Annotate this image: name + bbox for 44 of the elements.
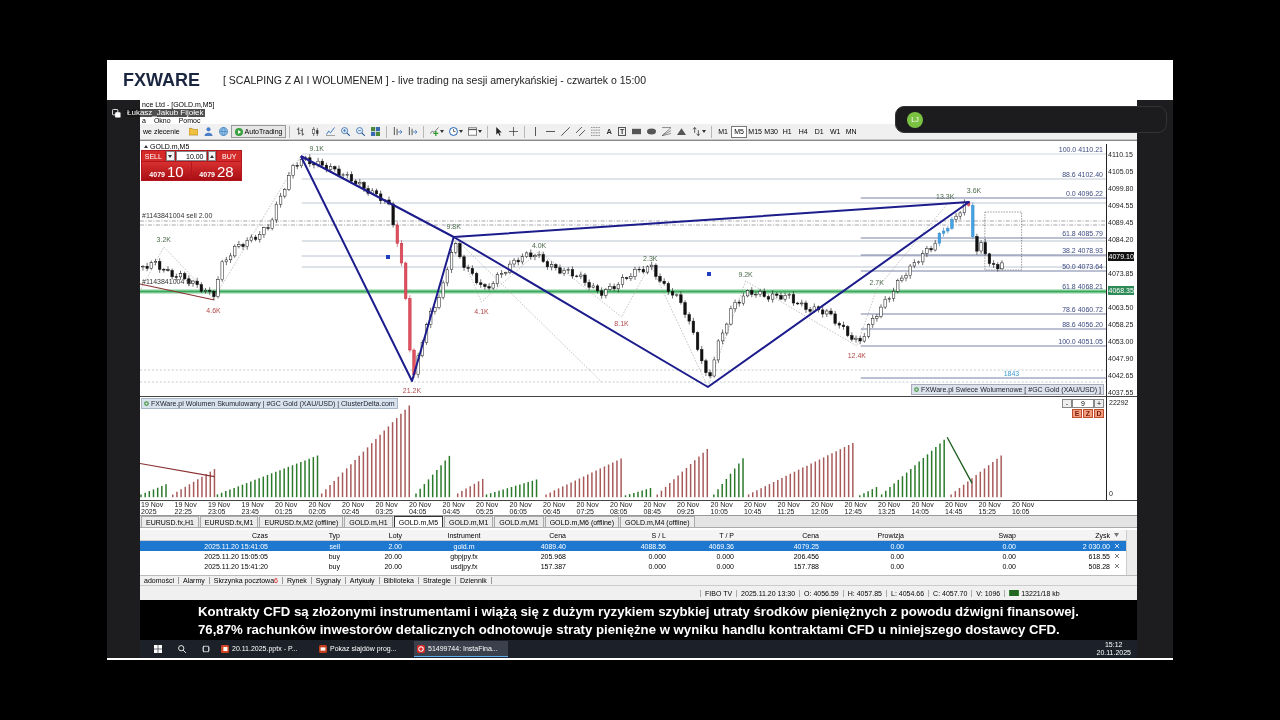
window-icon[interactable] bbox=[468, 127, 478, 136]
caret-down-icon[interactable] bbox=[702, 130, 707, 133]
diagonal-line-icon[interactable] bbox=[561, 127, 571, 136]
user-icon[interactable] bbox=[203, 127, 213, 136]
globe-icon[interactable] bbox=[218, 127, 228, 136]
candlestick-icon[interactable] bbox=[311, 127, 321, 136]
overlapping-squares-icon bbox=[112, 108, 121, 118]
chart-arrow-icon[interactable] bbox=[393, 127, 403, 136]
scrollbar[interactable] bbox=[1126, 530, 1137, 575]
ring-icon bbox=[144, 401, 149, 406]
bar-chart-icon[interactable] bbox=[296, 127, 306, 136]
windows-logo-icon[interactable] bbox=[154, 645, 162, 653]
presenter-name: Łukasz_Jakub Fijołek bbox=[125, 109, 206, 117]
line-chart-icon[interactable] bbox=[326, 127, 336, 136]
striped-bar-icon bbox=[1009, 590, 1020, 596]
parallel-lines-icon[interactable] bbox=[576, 127, 586, 136]
app-icon bbox=[319, 644, 327, 653]
app-icon bbox=[221, 644, 229, 653]
chart-arrow-icon[interactable] bbox=[408, 127, 418, 136]
caret-down-icon[interactable] bbox=[478, 130, 483, 133]
disclaimer-text: 76,87% rachunków inwestorów detalicznych odnotowuje straty pieniężne w wyniku handlu kontraktami CFD u niniejszego dostawcy CFD. bbox=[198, 621, 1061, 639]
caret-down-icon[interactable] bbox=[459, 130, 464, 133]
zoom-in-icon[interactable] bbox=[341, 127, 351, 136]
cursor-icon[interactable] bbox=[494, 127, 504, 136]
crosshair-icon[interactable] bbox=[509, 127, 519, 136]
triangle-icon[interactable] bbox=[677, 127, 687, 136]
task-view-icon[interactable] bbox=[202, 645, 210, 653]
close-icon[interactable] bbox=[1115, 564, 1119, 568]
grid-icon[interactable] bbox=[371, 127, 381, 136]
caret-down-icon[interactable] bbox=[440, 130, 445, 133]
fan-lines-icon[interactable] bbox=[662, 127, 672, 136]
play-icon bbox=[234, 127, 243, 136]
arrows-icon[interactable] bbox=[692, 127, 702, 136]
stacked-lines-icon[interactable] bbox=[591, 127, 601, 136]
rectangle-icon[interactable] bbox=[632, 127, 642, 136]
app-icon bbox=[417, 644, 425, 653]
disclaimer-text: Kontrakty CFD są złożonymi instrumentami i wiążą się z dużym ryzykiem szybkiej utraty środków pieniężnych z powodu dźwigni finansowej. bbox=[198, 603, 1080, 621]
stream-title: [ SCALPING Z AI I WOLUMENEM ] - live trading na sesji amerykańskiej - czwartek o 15:00 bbox=[223, 74, 647, 86]
logo: FXWARE bbox=[123, 71, 201, 89]
close-icon[interactable] bbox=[1115, 554, 1119, 558]
clock-icon[interactable] bbox=[449, 127, 459, 136]
zoom-out-icon[interactable] bbox=[356, 127, 366, 136]
ellipse-icon[interactable] bbox=[647, 127, 657, 136]
search-icon[interactable] bbox=[178, 645, 186, 653]
